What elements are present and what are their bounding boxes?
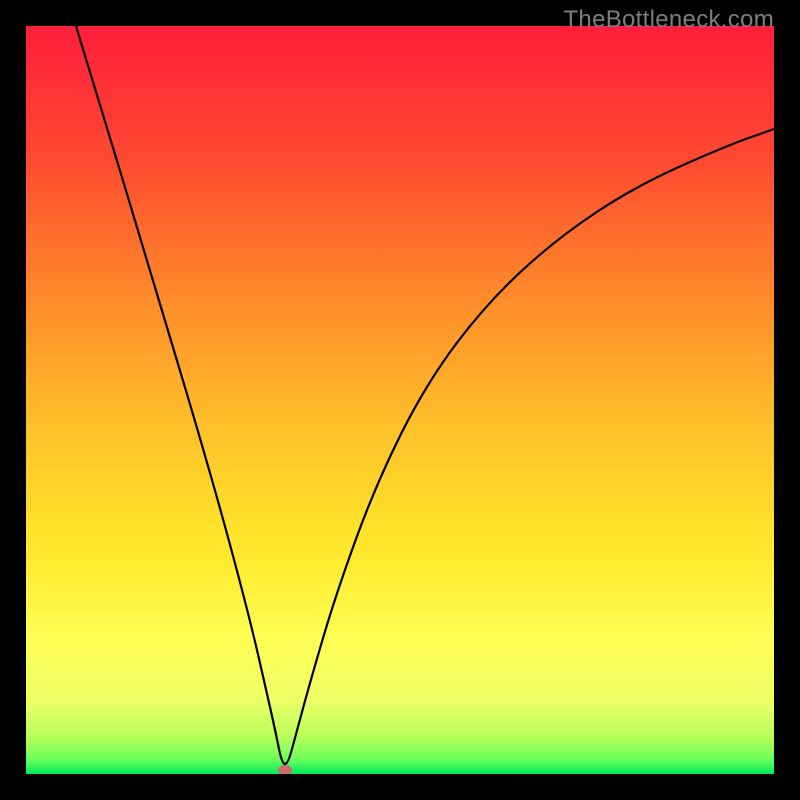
chart-frame: TheBottleneck.com xyxy=(0,0,800,800)
watermark-text: TheBottleneck.com xyxy=(563,6,774,34)
chart-svg xyxy=(26,26,774,774)
min-point-marker xyxy=(278,765,292,774)
gradient-background xyxy=(26,26,774,774)
plot-area xyxy=(26,26,774,774)
